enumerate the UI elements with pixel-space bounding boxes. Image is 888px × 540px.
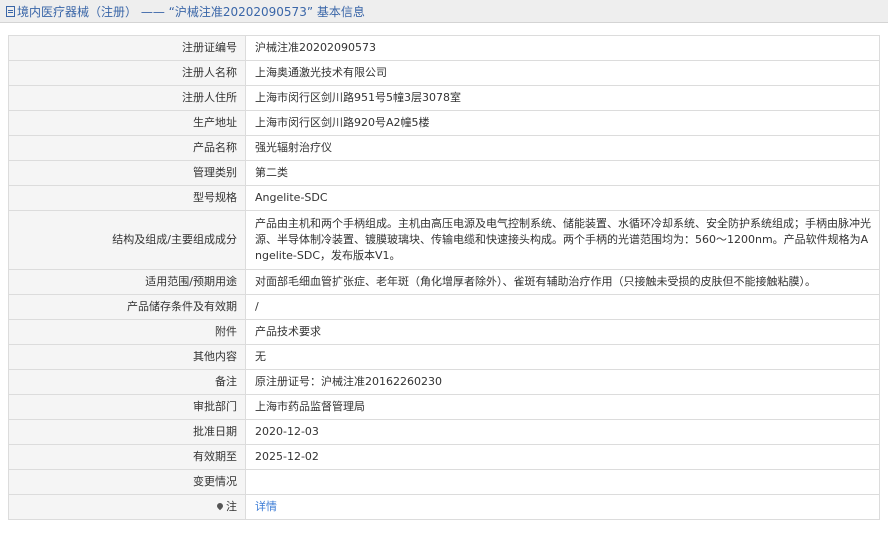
table-row: 产品储存条件及有效期 / <box>8 294 880 320</box>
pin-icon <box>215 501 225 511</box>
table-row: 注册证编号 沪械注准20202090573 <box>8 35 880 61</box>
row-value-valid-until: 2025-12-02 <box>245 444 880 470</box>
row-value-intended-use: 对面部毛细血管扩张症、老年斑（角化增厚者除外）、雀斑有辅助治疗作用（只接触未受损… <box>245 269 880 295</box>
row-label-changes: 变更情况 <box>8 469 246 495</box>
table-row: 生产地址 上海市闵行区剑川路920号A2幢5楼 <box>8 110 880 136</box>
row-value-storage: / <box>245 294 880 320</box>
table-row: 附件 产品技术要求 <box>8 319 880 345</box>
row-label-registrant-address: 注册人住所 <box>8 85 246 111</box>
document-icon <box>6 5 15 17</box>
page-header: 境内医疗器械（注册） —— “沪械注准20202090573” 基本信息 <box>0 0 888 23</box>
table-row: 注 详情 <box>8 494 880 520</box>
row-label-remarks: 备注 <box>8 369 246 395</box>
row-label-storage: 产品储存条件及有效期 <box>8 294 246 320</box>
note-label: 注 <box>226 500 237 513</box>
row-value-registration-number: 沪械注准20202090573 <box>245 35 880 61</box>
row-value-production-address: 上海市闵行区剑川路920号A2幢5楼 <box>245 110 880 136</box>
row-value-model-spec: Angelite-SDC <box>245 185 880 211</box>
row-value-other: 无 <box>245 344 880 370</box>
row-value-approval-dept: 上海市药品监督管理局 <box>245 394 880 420</box>
row-value-remarks: 原注册证号：沪械注准20162260230 <box>245 369 880 395</box>
row-value-product-name: 强光辐射治疗仪 <box>245 135 880 161</box>
row-value-registrant-address: 上海市闵行区剑川路951号5幢3层3078室 <box>245 85 880 111</box>
table-row: 审批部门 上海市药品监督管理局 <box>8 394 880 420</box>
row-label-intended-use: 适用范围/预期用途 <box>8 269 246 295</box>
row-label-model-spec: 型号规格 <box>8 185 246 211</box>
details-link[interactable]: 详情 <box>255 500 277 513</box>
row-label-structure: 结构及组成/主要组成成分 <box>8 210 246 270</box>
detail-table: 注册证编号 沪械注准20202090573 注册人名称 上海奥通激光技术有限公司… <box>8 35 880 520</box>
row-label-approval-date: 批准日期 <box>8 419 246 445</box>
table-row: 变更情况 <box>8 469 880 495</box>
table-row: 管理类别 第二类 <box>8 160 880 186</box>
row-value-registrant-name: 上海奥通激光技术有限公司 <box>245 60 880 86</box>
row-value-attachment: 产品技术要求 <box>245 319 880 345</box>
row-label-other: 其他内容 <box>8 344 246 370</box>
table-row: 结构及组成/主要组成成分 产品由主机和两个手柄组成。主机由高压电源及电气控制系统… <box>8 210 880 270</box>
row-label-product-name: 产品名称 <box>8 135 246 161</box>
table-row: 适用范围/预期用途 对面部毛细血管扩张症、老年斑（角化增厚者除外）、雀斑有辅助治… <box>8 269 880 295</box>
row-value-changes <box>245 469 880 495</box>
table-row: 型号规格 Angelite-SDC <box>8 185 880 211</box>
table-row: 其他内容 无 <box>8 344 880 370</box>
table-row: 产品名称 强光辐射治疗仪 <box>8 135 880 161</box>
row-label-approval-dept: 审批部门 <box>8 394 246 420</box>
row-value-structure: 产品由主机和两个手柄组成。主机由高压电源及电气控制系统、储能装置、水循环冷却系统… <box>245 210 880 270</box>
row-label-valid-until: 有效期至 <box>8 444 246 470</box>
row-label-registration-number: 注册证编号 <box>8 35 246 61</box>
row-label-note: 注 <box>8 494 246 520</box>
page-title: 境内医疗器械（注册） —— “沪械注准20202090573” 基本信息 <box>17 4 365 19</box>
row-value-approval-date: 2020-12-03 <box>245 419 880 445</box>
table-row: 注册人名称 上海奥通激光技术有限公司 <box>8 60 880 86</box>
row-label-management-category: 管理类别 <box>8 160 246 186</box>
row-value-note: 详情 <box>245 494 880 520</box>
table-row: 注册人住所 上海市闵行区剑川路951号5幢3层3078室 <box>8 85 880 111</box>
table-row: 备注 原注册证号：沪械注准20162260230 <box>8 369 880 395</box>
row-label-attachment: 附件 <box>8 319 246 345</box>
table-row: 批准日期 2020-12-03 <box>8 419 880 445</box>
row-label-registrant-name: 注册人名称 <box>8 60 246 86</box>
row-value-management-category: 第二类 <box>245 160 880 186</box>
table-row: 有效期至 2025-12-02 <box>8 444 880 470</box>
row-label-production-address: 生产地址 <box>8 110 246 136</box>
